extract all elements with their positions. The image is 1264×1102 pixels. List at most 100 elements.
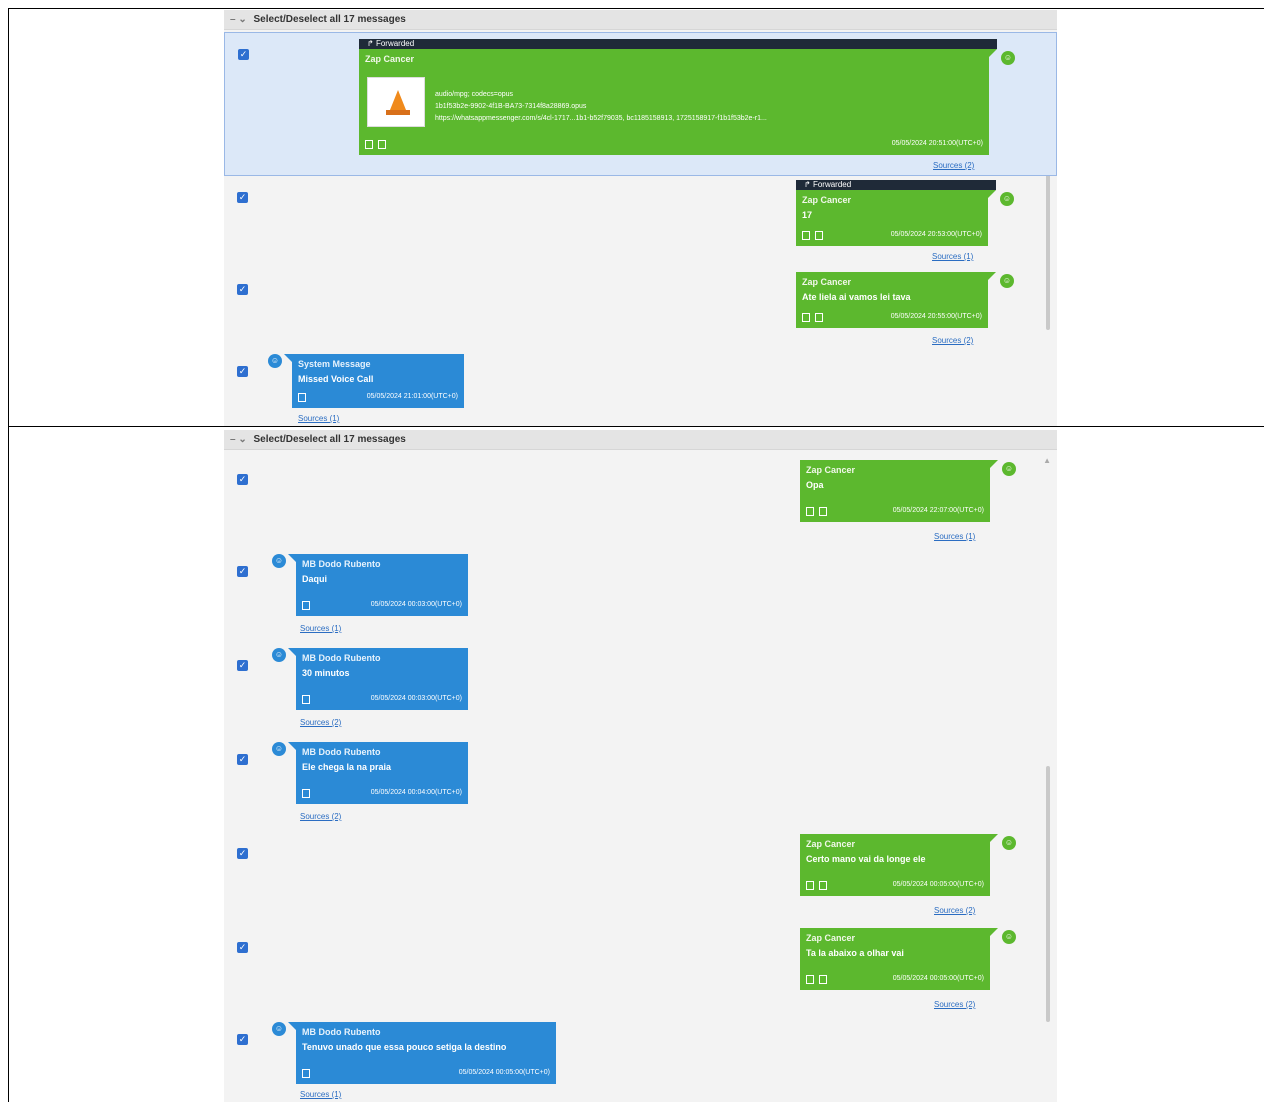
message-row[interactable]: ✓ ↱ Forwarded Zap Cancer audio/mpg; code… [224,32,1057,176]
message-row[interactable]: ✓ Zap Cancer Ta la abaixo a olhar vai 05… [224,926,1057,1014]
select-checkbox[interactable]: ✓ [237,366,248,377]
message-row[interactable]: ✓ ↱ Forwarded Zap Cancer 17 05/05/2024 2… [224,180,1057,268]
bubble-tail [989,49,997,57]
message-bubble[interactable]: Zap Cancer Ta la abaixo a olhar vai 05/0… [800,928,990,990]
contact-avatar-icon: ☺ [1001,51,1015,65]
sender-name: MB Dodo Rubento [302,1027,381,1037]
attachment-icon [815,231,823,240]
sources-link[interactable]: Sources (1) [298,414,339,423]
sources-link[interactable]: Sources (2) [300,812,341,821]
message-meta: 05/05/2024 20:53:00(UTC+0) [802,231,982,243]
sources-link[interactable]: Sources (2) [933,161,974,170]
document-icon [806,507,814,516]
forwarded-banner: ↱ Forwarded [796,180,996,190]
select-checkbox[interactable]: ✓ [237,660,248,671]
sender-name: Zap Cancer [806,839,856,849]
select-checkbox[interactable]: ✓ [237,284,248,295]
message-row[interactable]: ✓ ☺ MB Dodo Rubento Daqui 05/05/2024 00:… [224,552,1057,638]
select-all-label: Select/Deselect all 17 messages [253,434,406,445]
contact-avatar-icon: ☺ [1002,930,1016,944]
sources-link[interactable]: Sources (2) [932,336,973,345]
bubble-tail [288,1022,296,1030]
attachment-mime: audio/mpg; codecs=opus [435,91,514,98]
contact-avatar-icon: ☺ [1000,192,1014,206]
media-player-icon [390,90,406,110]
document-icon [302,601,310,610]
sender-name: Zap Cancer [806,465,856,475]
bubble-tail [288,648,296,656]
select-all-header[interactable]: – ⌄ Select/Deselect all 17 messages [224,10,1057,30]
bubble-tail [288,554,296,562]
sources-link[interactable]: Sources (1) [300,1090,341,1099]
sources-link[interactable]: Sources (1) [932,252,973,261]
select-checkbox[interactable]: ✓ [237,942,248,953]
document-icon [806,881,814,890]
attachment-icon [819,881,827,890]
message-row[interactable]: ✓ ☺ MB Dodo Rubento Tenuvo unado que ess… [224,1020,1057,1102]
select-checkbox[interactable]: ✓ [238,49,249,60]
message-bubble[interactable]: MB Dodo Rubento Daqui 05/05/2024 00:03:0… [296,554,468,616]
message-bubble[interactable]: Zap Cancer 17 05/05/2024 20:53:00(UTC+0) [796,190,988,246]
contact-avatar-icon: ☺ [1002,836,1016,850]
select-checkbox[interactable]: ✓ [237,566,248,577]
message-row[interactable]: ✓ ☺ MB Dodo Rubento Ele chega la na prai… [224,740,1057,826]
message-row[interactable]: ✓ Zap Cancer Certo mano vai da longe ele… [224,832,1057,920]
contact-avatar-icon: ☺ [272,1022,286,1036]
attachment-url: https://whatsappmessenger.com/s/4cl-1717… [435,115,767,122]
message-text: Ta la abaixo a olhar vai [806,948,904,958]
message-bubble[interactable]: MB Dodo Rubento 30 minutos 05/05/2024 00… [296,648,468,710]
forwarded-label: Forwarded [812,180,852,189]
select-all-label: Select/Deselect all 17 messages [253,14,406,25]
message-bubble[interactable]: Zap Cancer audio/mpg; codecs=opus 1b1f53… [359,49,989,155]
timestamp: 05/05/2024 21:01:00(UTC+0) [366,393,458,400]
select-checkbox[interactable]: ✓ [237,754,248,765]
message-bubble[interactable]: Zap Cancer Certo mano vai da longe ele 0… [800,834,990,896]
select-checkbox[interactable]: ✓ [237,1034,248,1045]
message-bubble[interactable]: Zap Cancer Opa 05/05/2024 22:07:00(UTC+0… [800,460,990,522]
document-icon [365,140,373,149]
collapse-chevron-icon[interactable]: – ⌄ [230,434,247,445]
bubble-tail [988,190,996,198]
collapse-chevron-icon[interactable]: – ⌄ [230,14,247,25]
message-bubble[interactable]: Zap Cancer Ate liela ai vamos lei tava 0… [796,272,988,328]
attachment-icon [815,313,823,322]
contact-avatar-icon: ☺ [1000,274,1014,288]
message-row[interactable]: ✓ Zap Cancer Ate liela ai vamos lei tava… [224,272,1057,352]
attachment-filename: 1b1f53b2e-9902-4f1B-BA73-7314f8a28869.op… [435,103,587,110]
message-text: 30 minutos [302,668,350,678]
sender-name: System Message [298,359,371,369]
contact-avatar-icon: ☺ [1002,462,1016,476]
message-bubble[interactable]: MB Dodo Rubento Tenuvo unado que essa po… [296,1022,556,1084]
message-meta: 05/05/2024 00:05:00(UTC+0) [806,881,984,893]
select-checkbox[interactable]: ✓ [237,474,248,485]
message-row[interactable]: ✓ ☺ System Message Missed Voice Call 05/… [224,352,1057,426]
message-bubble[interactable]: System Message Missed Voice Call 05/05/2… [292,354,464,408]
contact-avatar-icon: ☺ [272,554,286,568]
sources-link[interactable]: Sources (1) [934,532,975,541]
message-bubble[interactable]: MB Dodo Rubento Ele chega la na praia 05… [296,742,468,804]
sources-link[interactable]: Sources (1) [300,624,341,633]
sender-name: Zap Cancer [365,54,415,64]
message-text: Ate liela ai vamos lei tava [802,292,911,302]
bubble-tail [990,834,998,842]
document-icon [302,1069,310,1078]
select-checkbox[interactable]: ✓ [237,192,248,203]
message-meta: 05/05/2024 21:01:00(UTC+0) [298,393,458,405]
message-text: Certo mano vai da longe ele [806,854,926,864]
attachment-thumbnail[interactable] [367,77,425,127]
timestamp: 05/05/2024 00:05:00(UTC+0) [458,1069,550,1076]
sources-link[interactable]: Sources (2) [934,1000,975,1009]
sender-name: MB Dodo Rubento [302,747,381,757]
sender-name: Zap Cancer [802,195,852,205]
select-all-header[interactable]: – ⌄ Select/Deselect all 17 messages [224,430,1057,450]
select-checkbox[interactable]: ✓ [237,848,248,859]
message-row[interactable]: ✓ ☺ MB Dodo Rubento 30 minutos 05/05/202… [224,646,1057,732]
sender-name: Zap Cancer [806,933,856,943]
sources-link[interactable]: Sources (2) [300,718,341,727]
message-row[interactable]: ✓ Zap Cancer Opa 05/05/2024 22:07:00(UTC… [224,458,1057,544]
contact-avatar-icon: ☺ [268,354,282,368]
message-meta: 05/05/2024 00:05:00(UTC+0) [806,975,984,987]
row-separator [8,426,1264,427]
timestamp: 05/05/2024 20:51:00(UTC+0) [891,140,983,147]
sources-link[interactable]: Sources (2) [934,906,975,915]
